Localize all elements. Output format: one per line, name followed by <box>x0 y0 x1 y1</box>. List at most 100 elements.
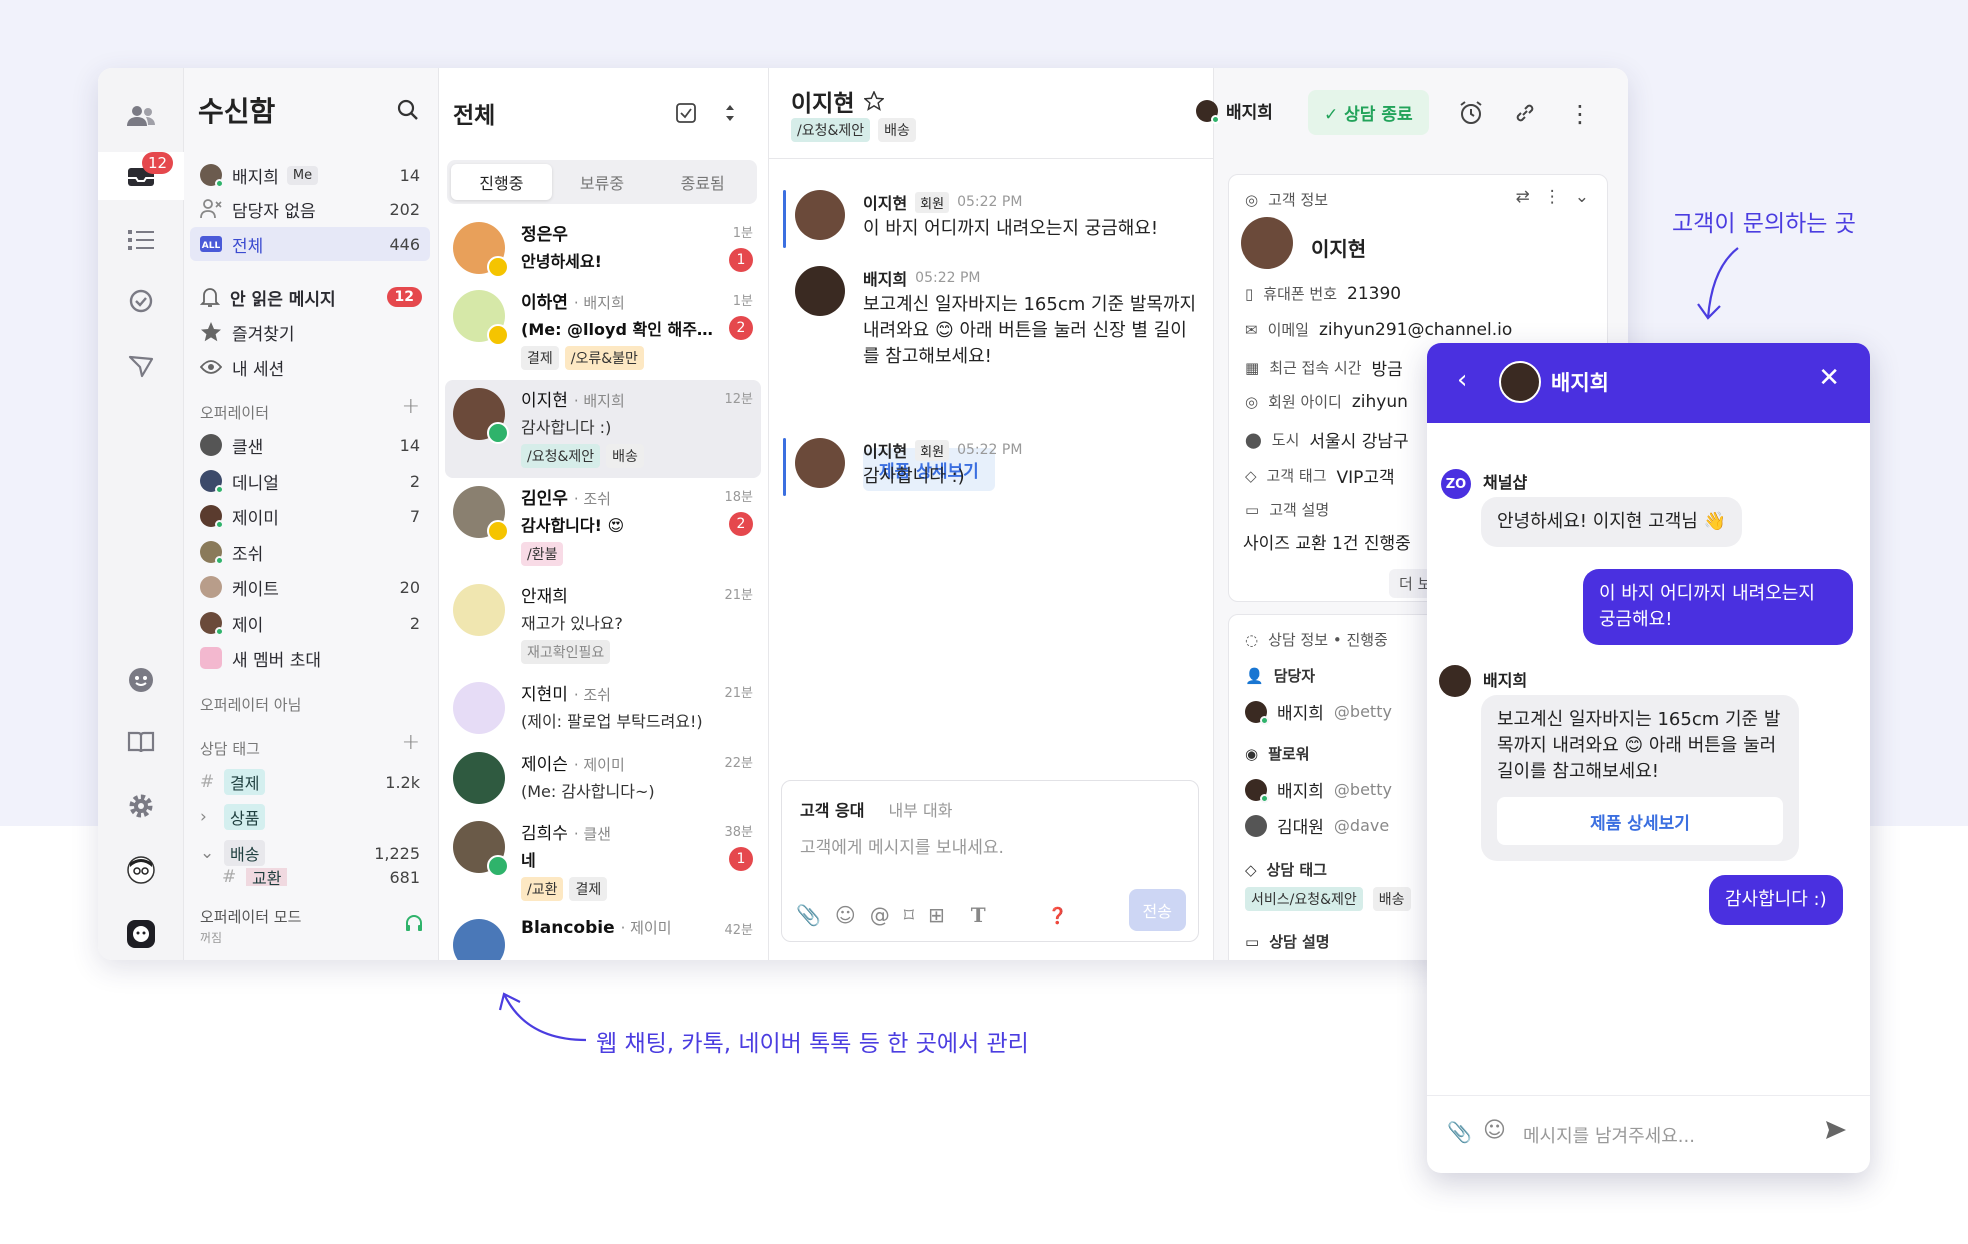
assignee-chip[interactable]: 배지희 <box>1196 98 1273 124</box>
check-badge-icon[interactable] <box>98 278 184 326</box>
widget-product-detail-button[interactable]: 제품 상세보기 <box>1497 797 1783 845</box>
follower-row[interactable]: 김대원 @dave <box>1245 813 1389 838</box>
book-icon[interactable] <box>98 718 184 766</box>
close-icon[interactable]: ✕ <box>1818 363 1840 393</box>
chevron-down-icon[interactable]: ⌄ <box>200 843 214 863</box>
operator-count: 2 <box>409 471 420 491</box>
session-tag-label-row: ◇ 상담 태그 <box>1245 859 1327 880</box>
select-checkbox-icon[interactable] <box>675 102 697 124</box>
conversation-item[interactable]: 김인우 · 조쉬 18분 감사합니다! 😍 2/환불 <box>445 478 761 576</box>
inbox-item-unassigned[interactable]: 담당자 없음 202 <box>190 192 430 226</box>
operator-count: 14 <box>399 435 420 455</box>
conversation-item[interactable]: 김희수 · 클샌 38분 네 1/교환 결제 <box>445 813 761 911</box>
inbox-item-all[interactable]: ALL 전체 446 <box>190 227 430 261</box>
inbox-unread-badge: 12 <box>142 152 174 174</box>
operator-item[interactable]: 조쉬 <box>190 535 430 569</box>
info-field-member-id: ◎ 회원 아이디 zihyun <box>1245 391 1408 412</box>
chevron-right-icon[interactable]: › <box>200 807 214 827</box>
text-format-icon[interactable]: T <box>971 903 986 927</box>
attach-icon[interactable]: 📎 <box>796 903 821 927</box>
inbox-item-favorites[interactable]: 즐겨찾기 <box>190 315 430 349</box>
inbox-item-my-sessions[interactable]: 내 세션 <box>190 350 430 384</box>
profile-avatar[interactable] <box>98 846 184 894</box>
tag-item[interactable]: ⌄ 배송 1,225 <box>190 836 430 870</box>
inbox-item-unread[interactable]: 안 읽은 메시지 12 <box>190 280 430 314</box>
send-icon[interactable] <box>98 342 184 390</box>
send-button[interactable]: 전송 <box>1128 889 1186 931</box>
session-desc-label-row: ▭ 상담 설명 <box>1245 931 1330 952</box>
conversation-item-selected[interactable]: 이지현 · 배지희 12분 감사합니다 :) /요청&제안 배송 <box>445 380 761 478</box>
widget-message-input[interactable]: 메시지를 남겨주세요... <box>1523 1122 1695 1148</box>
search-icon[interactable] <box>396 98 420 122</box>
follower-row[interactable]: 배지희 @betty <box>1245 777 1392 803</box>
sort-icon[interactable] <box>723 102 737 124</box>
help-icon[interactable]: ❓ <box>1048 906 1068 925</box>
tag-item[interactable]: › 상품 <box>190 800 430 834</box>
tab-internal-chat[interactable]: 내부 대화 <box>888 797 952 821</box>
more-vertical-icon[interactable]: ⋮ <box>1544 187 1561 207</box>
conversation-item[interactable]: Blancobie · 제이미 42분 <box>445 911 761 960</box>
contacts-icon[interactable] <box>98 92 184 140</box>
more-vertical-icon[interactable]: ⋮ <box>1568 100 1592 128</box>
operator-name: 제이미 <box>232 508 279 529</box>
customer-name: Blancobie <box>521 918 615 938</box>
operator-name: · 조쉬 <box>573 490 611 508</box>
emoji-icon[interactable]: ☺ <box>835 903 856 927</box>
inbox-icon[interactable]: 12 <box>98 152 184 200</box>
tag-chip: 결제 <box>521 346 559 370</box>
avatar <box>453 222 509 278</box>
assignee-row[interactable]: 배지희 @betty <box>1245 699 1392 725</box>
operator-item[interactable]: 데니얼 2 <box>190 464 430 498</box>
conversation-item[interactable]: 이하연 · 배지희 1분 (Me: @lloyd 확인 해주실... 2 결제/오류&불… <box>445 282 761 380</box>
list-icon[interactable] <box>98 216 184 264</box>
unread-count-badge: 12 <box>386 287 422 307</box>
inbox-item-me[interactable]: 배지희 Me 14 <box>190 158 430 192</box>
tag-label: 상품 <box>224 804 266 830</box>
avatar <box>453 919 505 960</box>
composer-input[interactable]: 고객에게 메시지를 보내세요. <box>800 833 1004 858</box>
field-value: 21390 <box>1347 283 1402 304</box>
end-session-button[interactable]: ✓ 상담 종료 <box>1308 90 1429 135</box>
customer-info-header: ◎ 고객 정보 <box>1245 189 1328 210</box>
tag-label: 교환 <box>246 868 288 886</box>
conversation-item[interactable]: 안재희 21분 재고가 있나요? 재고확인필요 <box>445 576 761 674</box>
emoji-icon[interactable]: ☺ <box>1483 1118 1506 1143</box>
tag-chip: /오류&불만 <box>564 346 644 370</box>
invite-member-label: 새 멤버 초대 <box>232 650 322 671</box>
field-label: 최근 접속 시간 <box>1269 359 1362 377</box>
operator-item[interactable]: 제이 2 <box>190 606 430 640</box>
channel-logo-icon[interactable] <box>98 910 184 958</box>
tag-item[interactable]: # 교환 681 <box>190 868 430 886</box>
bookmark-icon[interactable]: ⌑ <box>904 903 914 927</box>
chevron-down-icon[interactable]: ⌄ <box>1575 187 1589 207</box>
invite-member-item[interactable]: 새 멤버 초대 <box>190 641 430 675</box>
link-icon[interactable] <box>1512 100 1538 126</box>
operator-name: · 제이미 <box>573 756 625 774</box>
mention-icon[interactable]: @ <box>870 903 890 927</box>
smile-icon[interactable] <box>98 656 184 704</box>
location-pin-icon: ⬤ <box>1245 430 1262 449</box>
swap-icon[interactable]: ⇄ <box>1516 187 1530 207</box>
tab-customer-reply[interactable]: 고객 응대 <box>800 797 864 821</box>
operator-item[interactable]: 제이미 7 <box>190 499 430 533</box>
add-tag-icon[interactable]: + <box>402 730 420 755</box>
star-icon[interactable] <box>864 91 885 111</box>
follower-label-row: ◉ 팔로워 <box>1245 743 1310 764</box>
operator-item[interactable]: 클샌 14 <box>190 428 430 462</box>
add-app-icon[interactable]: ⊞ <box>928 903 945 927</box>
operator-item[interactable]: 케이트 20 <box>190 570 430 604</box>
back-chevron-icon[interactable]: ‹ <box>1457 365 1467 395</box>
send-icon[interactable] <box>1824 1118 1848 1142</box>
operator-mode[interactable]: 오퍼레이터 모드 꺼짐 <box>200 906 301 946</box>
tab-on-hold[interactable]: 보류중 <box>552 164 653 200</box>
tag-item[interactable]: # 결제 1.2k <box>190 765 430 799</box>
tab-in-progress[interactable]: 진행중 <box>451 164 552 200</box>
alarm-clock-icon[interactable] <box>1458 100 1484 126</box>
add-operator-icon[interactable]: + <box>402 394 420 419</box>
headset-icon[interactable] <box>404 914 424 934</box>
attach-icon[interactable]: 📎 <box>1447 1120 1472 1144</box>
settings-gear-icon[interactable] <box>98 782 184 830</box>
tab-closed[interactable]: 종료됨 <box>652 164 753 200</box>
non-operator-title: 오퍼레이터 아님 <box>200 696 302 714</box>
tag-chip: /교환 <box>521 877 564 901</box>
